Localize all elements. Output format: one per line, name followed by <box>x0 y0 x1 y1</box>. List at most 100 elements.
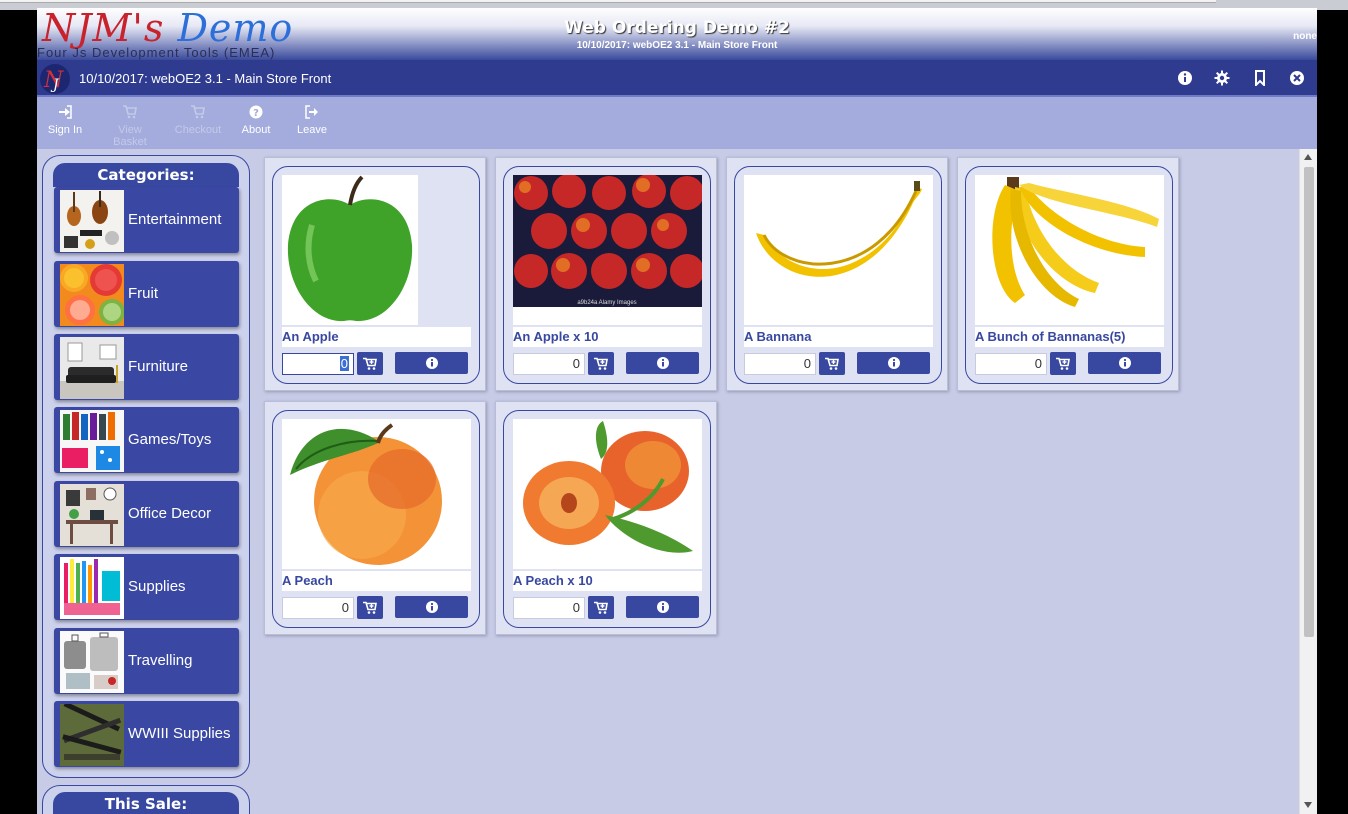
category-wwiii-supplies[interactable]: WWIII Supplies <box>54 701 239 767</box>
office-image <box>60 484 124 546</box>
add-to-cart-button[interactable] <box>1050 352 1076 375</box>
vertical-scrollbar[interactable] <box>1299 149 1317 814</box>
quantity-field[interactable]: 0 <box>513 597 585 619</box>
sign-out-icon <box>305 105 318 119</box>
product-card-inner: A Peach x 10 0 <box>503 410 711 628</box>
browser-address-bar <box>0 0 1216 3</box>
cart-icon <box>123 105 137 119</box>
product-info-button[interactable] <box>395 596 468 618</box>
category-fruit[interactable]: Fruit <box>54 261 239 327</box>
category-furniture[interactable]: Furniture <box>54 334 239 400</box>
info-icon <box>887 357 900 369</box>
product-card: a9b24a Alamy Images An Apple x 10 0 <box>495 157 717 391</box>
scroll-up-arrow-icon[interactable] <box>1304 154 1312 160</box>
categories-header: Categories: <box>53 163 239 187</box>
category-label: Fruit <box>128 285 158 302</box>
product-image[interactable] <box>975 175 1164 325</box>
about-label: About <box>241 124 271 136</box>
category-label: WWIII Supplies <box>128 725 231 742</box>
close-icon[interactable] <box>1289 70 1305 86</box>
product-name: A Peach <box>282 571 471 591</box>
title-bar: N J 10/10/2017: webOE2 3.1 - Main Store … <box>37 60 1317 97</box>
scroll-down-arrow-icon[interactable] <box>1304 802 1312 808</box>
add-to-cart-button[interactable] <box>357 352 383 375</box>
product-info-button[interactable] <box>395 352 468 374</box>
product-info-button[interactable] <box>857 352 930 374</box>
bookmark-icon[interactable] <box>1252 70 1268 86</box>
this-sale-panel: This Sale: <box>42 785 250 814</box>
leave-button[interactable]: Leave <box>282 105 342 136</box>
category-travelling[interactable]: Travelling <box>54 628 239 694</box>
quantity-field[interactable]: 0 <box>282 597 354 619</box>
info-icon[interactable] <box>1177 70 1193 86</box>
cart-plus-icon <box>594 357 608 370</box>
add-to-cart-button[interactable] <box>357 596 383 619</box>
cart-plus-icon <box>363 357 377 370</box>
peach-image <box>282 419 471 569</box>
product-name: An Apple <box>282 327 471 347</box>
product-name: An Apple x 10 <box>513 327 702 347</box>
view-basket-button[interactable]: View Basket <box>100 105 160 148</box>
product-image[interactable]: a9b24a Alamy Images <box>513 175 702 325</box>
window-title: 10/10/2017: webOE2 3.1 - Main Store Fron… <box>79 71 332 86</box>
product-card-inner: a9b24a Alamy Images An Apple x 10 0 <box>503 166 711 384</box>
app-window: NJM's Demo Four Js Development Tools (EM… <box>37 8 1317 814</box>
banana-image <box>744 175 933 325</box>
quantity-field[interactable]: 0 <box>975 353 1047 375</box>
product-info-button[interactable] <box>626 596 699 618</box>
cart-plus-icon <box>825 357 839 370</box>
main-content: Categories: Entertainment Fruit Furnitur… <box>37 149 1317 814</box>
cart-icon <box>191 105 205 119</box>
add-to-cart-button[interactable] <box>588 352 614 375</box>
category-label: Entertainment <box>128 211 222 228</box>
category-entertainment[interactable]: Entertainment <box>54 187 239 253</box>
scrollbar-thumb[interactable] <box>1304 167 1314 637</box>
citrus-image <box>60 264 124 326</box>
add-to-cart-button[interactable] <box>819 352 845 375</box>
checkout-button[interactable]: Checkout <box>168 105 228 136</box>
leave-label: Leave <box>297 124 327 136</box>
product-card: A Peach x 10 0 <box>495 401 717 635</box>
product-info-button[interactable] <box>626 352 699 374</box>
product-image[interactable] <box>282 419 471 569</box>
category-office-decor[interactable]: Office Decor <box>54 481 239 547</box>
rifles-image <box>60 704 124 766</box>
info-icon <box>656 601 669 613</box>
red-apples-image: a9b24a Alamy Images <box>513 175 702 325</box>
this-sale-header: This Sale: <box>53 792 239 814</box>
banana-bunch-image <box>975 175 1164 325</box>
stationery-image <box>60 557 124 619</box>
category-label: Travelling <box>128 652 193 669</box>
header-subtitle: 10/10/2017: webOE2 3.1 - Main Store Fron… <box>576 40 778 51</box>
about-button[interactable]: ? About <box>226 105 286 136</box>
header-title: Web Ordering Demo #2 <box>564 18 790 38</box>
cart-plus-icon <box>363 601 377 614</box>
checkout-label: Checkout <box>174 124 222 136</box>
product-card-inner: A Bannana 0 <box>734 166 942 384</box>
product-image[interactable] <box>744 175 933 325</box>
toolbar: Sign In View Basket Checkout ? About Lea… <box>37 97 1317 149</box>
current-user: none <box>1293 31 1317 42</box>
header-banner: NJM's Demo Four Js Development Tools (EM… <box>37 8 1317 60</box>
category-supplies[interactable]: Supplies <box>54 554 239 620</box>
product-info-button[interactable] <box>1088 352 1161 374</box>
view-basket-label: View Basket <box>113 124 147 148</box>
info-icon <box>656 357 669 369</box>
info-icon <box>425 601 438 613</box>
gear-icon[interactable] <box>1214 70 1230 86</box>
quantity-field[interactable]: 0 <box>513 353 585 375</box>
luggage-image <box>60 631 124 693</box>
quantity-field[interactable]: 0 <box>282 353 354 375</box>
quantity-field[interactable]: 0 <box>744 353 816 375</box>
sign-in-icon <box>59 105 72 119</box>
product-image[interactable] <box>282 175 418 325</box>
category-games-toys[interactable]: Games/Toys <box>54 407 239 473</box>
add-to-cart-button[interactable] <box>588 596 614 619</box>
product-image[interactable] <box>513 419 702 569</box>
product-card: An Apple 0 <box>264 157 486 391</box>
product-card-inner: A Bunch of Bannanas(5) 0 <box>965 166 1173 384</box>
sign-in-button[interactable]: Sign In <box>37 105 95 136</box>
info-icon <box>1118 357 1131 369</box>
peaches-image <box>513 419 702 569</box>
cart-plus-icon <box>594 601 608 614</box>
